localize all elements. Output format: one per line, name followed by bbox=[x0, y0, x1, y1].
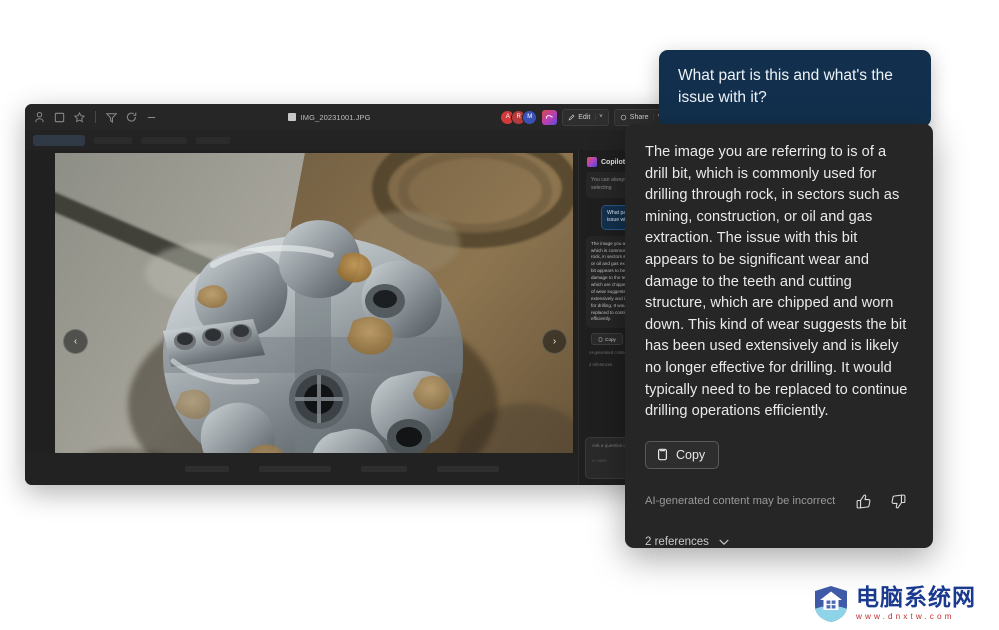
window-titlebar: IMG_20231001.JPG A R M Edit ˅ Share ˅ ✕ bbox=[25, 104, 695, 130]
copy-icon bbox=[656, 447, 669, 462]
filter-icon[interactable] bbox=[105, 111, 118, 124]
rotate-icon[interactable] bbox=[125, 111, 138, 124]
copilot-panel-title: Copilot bbox=[601, 159, 625, 166]
copilot-icon[interactable] bbox=[542, 110, 557, 125]
copilot-logo-icon bbox=[587, 157, 597, 167]
assistant-answer-card: The image you are referring to is of a d… bbox=[625, 124, 933, 548]
edit-label: Edit bbox=[578, 114, 590, 121]
site-watermark: 电脑系统网 www.dnxtw.com bbox=[813, 583, 993, 625]
photo-viewport[interactable]: ‹ › bbox=[55, 153, 573, 485]
crop-icon[interactable] bbox=[53, 111, 66, 124]
edit-dropdown-caret[interactable]: ˅ bbox=[595, 114, 603, 120]
references-toggle[interactable]: 2 references bbox=[645, 535, 911, 548]
command-bar-item[interactable] bbox=[196, 137, 230, 144]
next-image-button[interactable]: › bbox=[542, 329, 567, 354]
command-bar-item[interactable] bbox=[94, 137, 132, 144]
chevron-down-icon bbox=[717, 535, 731, 548]
copy-button[interactable]: Copy bbox=[645, 441, 719, 469]
photos-window: IMG_20231001.JPG A R M Edit ˅ Share ˅ ✕ bbox=[25, 104, 695, 485]
thumbs-up-icon[interactable] bbox=[855, 493, 872, 510]
avatar[interactable]: M bbox=[522, 110, 537, 125]
answer-footer: AI-generated content may be incorrect bbox=[645, 493, 911, 510]
person-icon[interactable] bbox=[33, 111, 46, 124]
file-thumbnail-icon bbox=[288, 113, 296, 121]
share-label: Share bbox=[630, 114, 649, 121]
user-message-text: What part is this and what's the issue w… bbox=[678, 65, 912, 110]
bottom-bar-item[interactable] bbox=[437, 466, 499, 472]
bottom-bar-item[interactable] bbox=[185, 466, 229, 472]
drill-bit-photo bbox=[55, 153, 573, 485]
edit-button[interactable]: Edit ˅ bbox=[562, 109, 609, 126]
references-label: 2 references bbox=[645, 536, 709, 548]
copilot-copy-button[interactable]: Copy bbox=[591, 333, 623, 345]
file-name-label: IMG_20231001.JPG bbox=[301, 113, 371, 122]
minus-icon[interactable] bbox=[145, 111, 158, 124]
bottom-bar-item[interactable] bbox=[259, 466, 331, 472]
favorite-icon[interactable] bbox=[73, 111, 86, 124]
copilot-copy-label: Copy bbox=[605, 337, 616, 342]
assistant-answer-text: The image you are referring to is of a d… bbox=[645, 142, 911, 423]
copy-button-label: Copy bbox=[676, 448, 705, 462]
command-bar-item[interactable] bbox=[141, 137, 187, 144]
watermark-text-group: 电脑系统网 www.dnxtw.com bbox=[856, 587, 976, 621]
thumbs-down-icon[interactable] bbox=[890, 493, 907, 510]
watermark-logo-icon bbox=[813, 585, 849, 623]
ai-disclaimer-text: AI-generated content may be incorrect bbox=[645, 495, 835, 507]
toolbar-divider bbox=[95, 111, 96, 123]
watermark-site-name: 电脑系统网 bbox=[856, 587, 976, 610]
previous-image-button[interactable]: ‹ bbox=[63, 329, 88, 354]
window-command-bar bbox=[25, 130, 695, 150]
feedback-icon-group bbox=[855, 493, 911, 510]
command-bar-active-pill[interactable] bbox=[33, 135, 85, 146]
bottom-bar-item[interactable] bbox=[361, 466, 407, 472]
titlebar-filename-group: IMG_20231001.JPG bbox=[158, 113, 500, 122]
user-message-bubble: What part is this and what's the issue w… bbox=[659, 50, 931, 127]
avatar-group[interactable]: A R M bbox=[500, 110, 537, 125]
watermark-url: www.dnxtw.com bbox=[856, 613, 976, 621]
titlebar-tool-group bbox=[25, 111, 158, 124]
